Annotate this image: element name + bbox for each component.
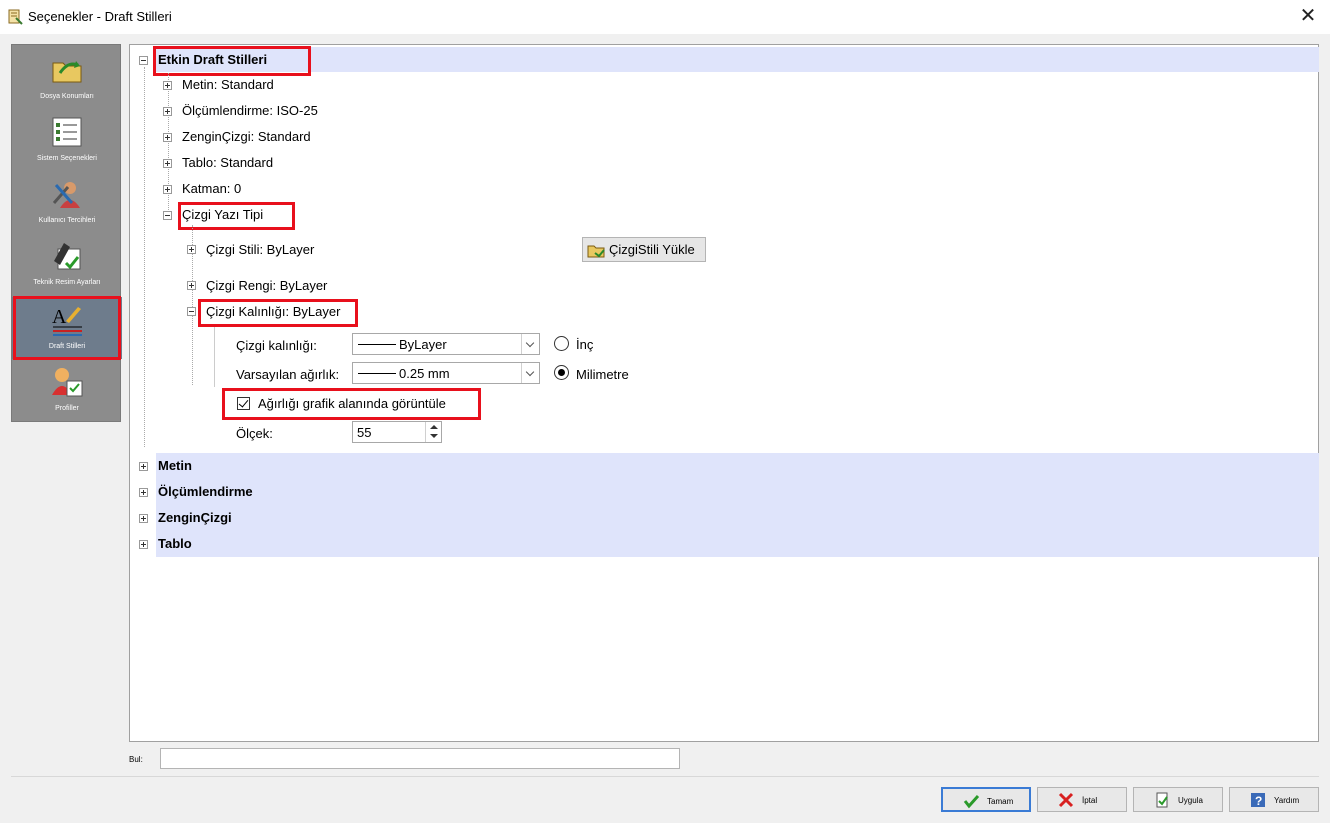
default-weight-select[interactable]: 0.25 mm (352, 362, 540, 384)
app-icon (8, 9, 23, 25)
window-title: Seçenekler - Draft Stilleri (28, 9, 172, 24)
collapse-icon[interactable] (163, 211, 172, 220)
expand-icon[interactable] (163, 185, 172, 194)
tree-item-line-style[interactable]: Çizgi Stili: ByLayer (206, 242, 314, 257)
line-sample (358, 373, 396, 374)
select-value: ByLayer (399, 337, 447, 352)
tree-group-multiline[interactable]: ZenginÇizgi (158, 510, 232, 525)
highlight-box (198, 299, 358, 327)
millimeter-radio-label: Milimetre (576, 367, 629, 382)
tree-group-active-styles[interactable] (156, 47, 1319, 72)
apply-button[interactable]: Uygula (1133, 787, 1223, 812)
expand-icon[interactable] (163, 107, 172, 116)
line-thickness-select[interactable]: ByLayer (352, 333, 540, 355)
scale-spinner[interactable]: 55 (352, 421, 442, 443)
sidebar-item-label: Teknik Resim Ayarları (33, 279, 101, 286)
user-tools-icon (52, 182, 80, 208)
sidebar-item-profiles[interactable]: Profiller (12, 359, 122, 421)
sidebar-item-label: Sistem Seçenekleri (37, 155, 97, 162)
chevron-down-icon[interactable] (521, 363, 539, 383)
spinner-value: 55 (357, 425, 372, 440)
tree-group-band (156, 453, 1319, 557)
cancel-button[interactable]: İptal (1037, 787, 1127, 812)
collapse-icon[interactable] (187, 307, 196, 316)
arrow-up-icon[interactable] (430, 425, 438, 429)
divider (11, 776, 1319, 777)
select-value: 0.25 mm (399, 366, 450, 381)
inch-radio[interactable] (554, 336, 569, 351)
scale-label: Ölçek: (236, 426, 273, 441)
expand-icon[interactable] (187, 281, 196, 290)
load-linestyle-label: ÇizgiStili Yükle (609, 242, 695, 257)
tree-item-line-color[interactable]: Çizgi Rengi: ByLayer (206, 278, 327, 293)
profile-user-icon (52, 368, 83, 397)
help-button[interactable]: ? Yardım (1229, 787, 1319, 812)
folder-arrow-icon (52, 61, 82, 83)
check-icon (963, 794, 979, 809)
drafting-tools-icon (54, 243, 81, 270)
tree-item-table-style[interactable]: Tablo: Standard (182, 155, 273, 170)
sidebar-item-user-preferences[interactable]: Kullanıcı Tercihleri (12, 171, 122, 233)
inch-radio-label: İnç (576, 337, 594, 352)
expand-icon[interactable] (163, 133, 172, 142)
form-guide (214, 327, 215, 387)
expand-icon[interactable] (139, 540, 148, 549)
highlight-box (222, 388, 481, 420)
tree-item-text-style[interactable]: Metin: Standard (182, 77, 274, 92)
millimeter-radio[interactable] (554, 365, 569, 380)
tree-item-multiline-style[interactable]: ZenginÇizgi: Standard (182, 129, 311, 144)
cancel-button-label: İptal (1082, 796, 1098, 805)
sidebar-item-drafting-settings[interactable]: Teknik Resim Ayarları (12, 233, 122, 295)
tree-guide (168, 73, 169, 218)
search-input[interactable] (160, 748, 680, 769)
highlight-box (153, 46, 311, 76)
options-tree-panel: Etkin Draft Stilleri Metin: Standard Ölç… (129, 44, 1319, 742)
sidebar-item-system-options[interactable]: Sistem Seçenekleri (12, 109, 122, 171)
expand-icon[interactable] (139, 462, 148, 471)
highlight-box (13, 296, 121, 360)
default-weight-label: Varsayılan ağırlık: (236, 367, 340, 382)
expand-icon[interactable] (187, 245, 196, 254)
tree-item-layer[interactable]: Katman: 0 (182, 181, 241, 196)
tree-group-text[interactable]: Metin (158, 458, 192, 473)
title-bar: Seçenekler - Draft Stilleri ✕ (0, 0, 1330, 34)
tree-group-dimension[interactable]: Ölçümlendirme (158, 484, 253, 499)
tree-guide (144, 67, 145, 447)
ok-button[interactable]: Tamam (941, 787, 1031, 812)
collapse-icon[interactable] (139, 56, 148, 65)
help-button-label: Yardım (1274, 796, 1300, 805)
expand-icon[interactable] (139, 488, 148, 497)
chevron-down-icon[interactable] (521, 334, 539, 354)
arrow-down-icon[interactable] (430, 434, 438, 438)
apply-icon (1156, 792, 1168, 808)
sidebar-item-label: Dosya Konumları (40, 93, 94, 100)
svg-text:?: ? (1255, 794, 1262, 808)
close-icon (1058, 792, 1074, 808)
ok-button-label: Tamam (987, 797, 1014, 806)
help-icon: ? (1251, 793, 1265, 808)
close-icon[interactable]: ✕ (1298, 6, 1318, 26)
tree-group-table[interactable]: Tablo (158, 536, 192, 551)
sidebar-item-label: Profiller (55, 405, 79, 412)
spinner-buttons[interactable] (425, 422, 441, 442)
sidebar-item-file-locations[interactable]: Dosya Konumları (12, 47, 122, 109)
line-thickness-label: Çizgi kalınlığı: (236, 338, 317, 353)
expand-icon[interactable] (163, 81, 172, 90)
tree-item-dimension-style[interactable]: Ölçümlendirme: ISO-25 (182, 103, 318, 118)
apply-button-label: Uygula (1178, 796, 1203, 805)
highlight-box (178, 202, 295, 230)
expand-icon[interactable] (139, 514, 148, 523)
category-sidebar: Dosya Konumları Sistem Seçenekleri Kulla… (11, 44, 122, 422)
folder-load-icon (587, 245, 605, 258)
search-label: Bul: (129, 755, 143, 764)
checklist-icon (52, 117, 82, 147)
line-sample (358, 344, 396, 345)
load-linestyle-button[interactable]: ÇizgiStili Yükle (582, 237, 706, 262)
sidebar-item-label: Kullanıcı Tercihleri (38, 217, 96, 224)
expand-icon[interactable] (163, 159, 172, 168)
